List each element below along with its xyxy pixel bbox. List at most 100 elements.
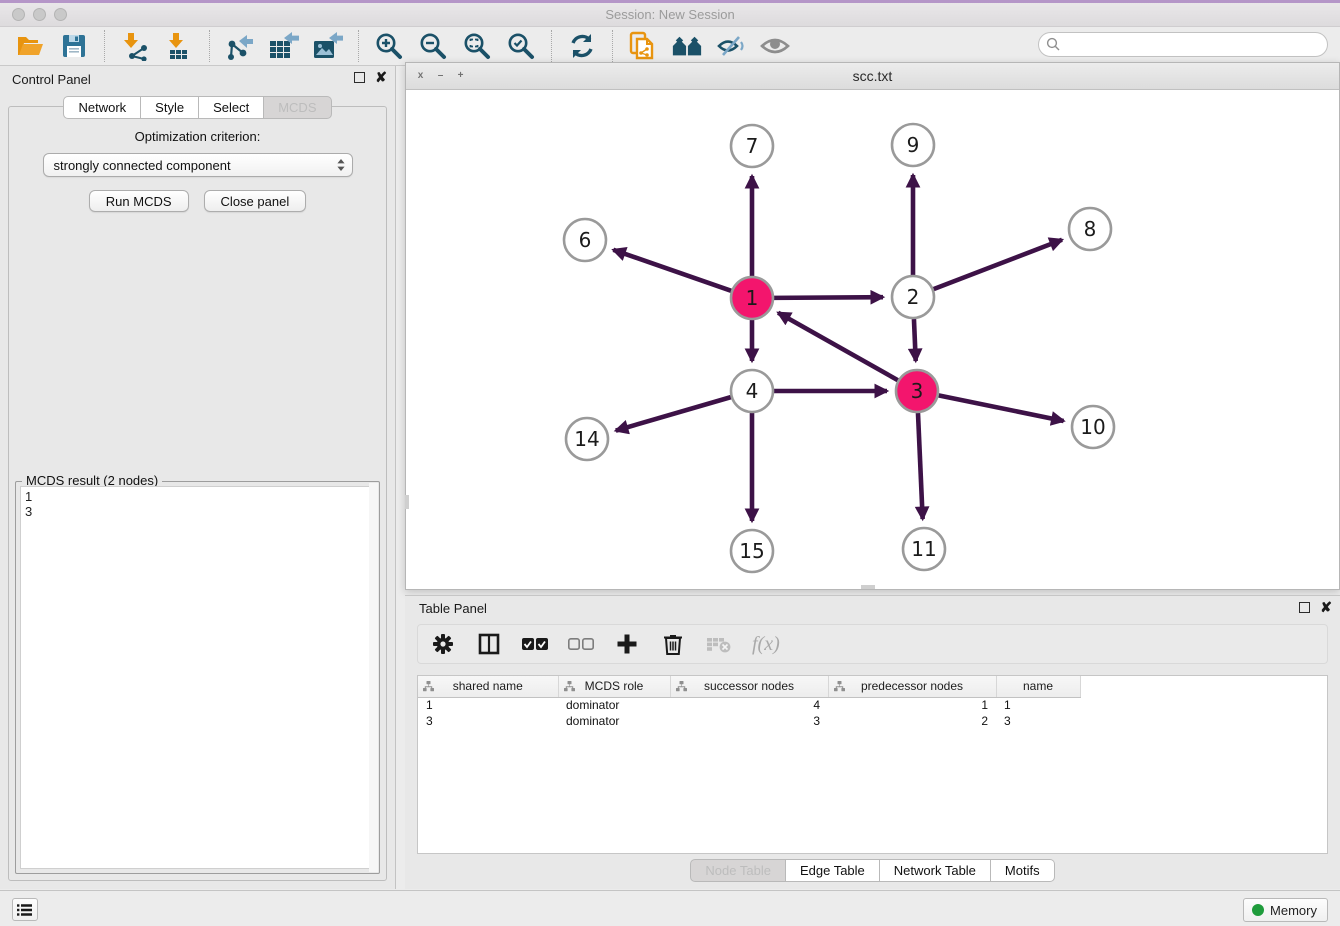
task-history-button[interactable] — [12, 898, 38, 921]
float-panel-icon[interactable] — [354, 72, 365, 83]
minimize-window-icon[interactable] — [33, 8, 46, 21]
import-network-icon[interactable] — [119, 30, 151, 62]
edge-1-6[interactable] — [613, 250, 731, 291]
network-window-titlebar[interactable]: x – + scc.txt — [406, 63, 1339, 90]
table-cell[interactable]: 1 — [828, 697, 996, 713]
edge-2-8[interactable] — [934, 240, 1062, 289]
export-image-icon[interactable] — [312, 30, 344, 62]
first-neighbors-icon[interactable] — [671, 30, 703, 62]
node-table[interactable]: shared nameMCDS rolesuccessor nodesprede… — [417, 675, 1328, 854]
delete-column-icon[interactable] — [660, 631, 686, 657]
show-all-icon[interactable] — [759, 30, 791, 62]
node-label: 10 — [1080, 415, 1105, 439]
graph-node-10[interactable]: 10 — [1072, 406, 1114, 448]
column-header-name[interactable]: name — [996, 676, 1080, 697]
column-header-predecessor-nodes[interactable]: predecessor nodes — [828, 676, 996, 697]
table-cell[interactable]: 3 — [418, 713, 558, 729]
graph-node-9[interactable]: 9 — [892, 124, 934, 166]
settings-gear-icon[interactable] — [430, 631, 456, 657]
window-traffic-lights[interactable] — [12, 8, 67, 21]
search-field[interactable] — [1038, 32, 1328, 57]
table-row[interactable]: 3dominator323 — [418, 713, 1080, 729]
graph-node-6[interactable]: 6 — [564, 219, 606, 261]
close-window-icon[interactable] — [12, 8, 25, 21]
network-minimize-icon[interactable]: – — [434, 70, 447, 83]
graph-node-7[interactable]: 7 — [731, 125, 773, 167]
tab-node-table[interactable]: Node Table — [690, 859, 786, 882]
tab-network-table[interactable]: Network Table — [880, 859, 991, 882]
mcds-tab-content: Optimization criterion: strongly connect… — [8, 106, 387, 881]
table-cell[interactable]: 4 — [670, 697, 828, 713]
result-scrollbar[interactable] — [369, 483, 378, 872]
edge-2-3[interactable] — [914, 319, 916, 361]
network-graph[interactable]: 1 2 3 4 6 7 8 9 10 11 14 15 — [406, 90, 1339, 589]
edge-3-10[interactable] — [939, 395, 1064, 421]
edge-3-1[interactable] — [778, 313, 898, 380]
export-table-icon[interactable] — [268, 30, 300, 62]
search-input[interactable] — [1061, 37, 1327, 52]
network-canvas[interactable]: 1 2 3 4 6 7 8 9 10 11 14 15 — [406, 90, 1339, 589]
tab-motifs[interactable]: Motifs — [991, 859, 1055, 882]
table-row[interactable]: 1dominator411 — [418, 697, 1080, 713]
zoom-in-icon[interactable] — [373, 30, 405, 62]
delete-table-icon[interactable] — [706, 631, 732, 657]
node-label: 6 — [579, 228, 592, 252]
table-cell[interactable]: 1 — [996, 697, 1080, 713]
edge-1-2[interactable] — [774, 297, 883, 298]
close-panel-icon[interactable]: ✘ — [375, 72, 387, 83]
graph-node-1[interactable]: 1 — [731, 277, 773, 319]
function-builder-icon[interactable]: f(x) — [752, 633, 780, 656]
network-title: scc.txt — [853, 68, 893, 84]
table-cell[interactable]: dominator — [558, 697, 670, 713]
apply-layout-icon[interactable] — [566, 30, 598, 62]
graph-node-14[interactable]: 14 — [566, 418, 608, 460]
select-all-icon[interactable] — [522, 631, 548, 657]
table-cell[interactable]: 1 — [418, 697, 558, 713]
graph-node-4[interactable]: 4 — [731, 370, 773, 412]
tab-style[interactable]: Style — [141, 96, 199, 119]
network-maximize-icon[interactable]: + — [454, 70, 467, 83]
add-column-icon[interactable] — [614, 631, 640, 657]
deselect-all-icon[interactable] — [568, 631, 594, 657]
graph-node-3[interactable]: 3 — [896, 370, 938, 412]
table-cell[interactable]: 3 — [996, 713, 1080, 729]
tab-mcds[interactable]: MCDS — [264, 96, 331, 119]
column-header-successor-nodes[interactable]: successor nodes — [670, 676, 828, 697]
save-session-icon[interactable] — [58, 30, 90, 62]
toggle-column-icon[interactable] — [476, 631, 502, 657]
hide-selected-icon[interactable] — [715, 30, 747, 62]
copy-style-icon[interactable] — [627, 30, 659, 62]
network-close-icon[interactable]: x — [414, 70, 427, 83]
criterion-dropdown[interactable]: strongly connected component — [43, 153, 353, 177]
edge-3-11[interactable] — [918, 413, 923, 519]
table-panel-title: Table Panel — [419, 601, 487, 616]
maximize-window-icon[interactable] — [54, 8, 67, 21]
main-toolbar — [0, 27, 1340, 66]
graph-node-11[interactable]: 11 — [903, 528, 945, 570]
graph-node-2[interactable]: 2 — [892, 276, 934, 318]
graph-node-15[interactable]: 15 — [731, 530, 773, 572]
memory-button[interactable]: Memory — [1243, 898, 1328, 922]
zoom-selected-icon[interactable] — [505, 30, 537, 62]
table-cell[interactable]: dominator — [558, 713, 670, 729]
column-header-shared-name[interactable]: shared name — [418, 676, 558, 697]
zoom-fit-icon[interactable] — [461, 30, 493, 62]
tab-network[interactable]: Network — [63, 96, 141, 119]
zoom-out-icon[interactable] — [417, 30, 449, 62]
tab-select[interactable]: Select — [199, 96, 264, 119]
open-file-icon[interactable] — [14, 30, 46, 62]
table-cell[interactable]: 2 — [828, 713, 996, 729]
run-mcds-button[interactable]: Run MCDS — [89, 190, 189, 212]
export-network-icon[interactable] — [224, 30, 256, 62]
graph-node-8[interactable]: 8 — [1069, 208, 1111, 250]
import-table-icon[interactable] — [163, 30, 195, 62]
float-panel-icon[interactable] — [1299, 602, 1310, 613]
column-header-MCDS-role[interactable]: MCDS role — [558, 676, 670, 697]
close-panel-button[interactable]: Close panel — [204, 190, 307, 212]
table-cell[interactable]: 3 — [670, 713, 828, 729]
network-window: x – + scc.txt 1 2 3 4 6 7 8 9 10 11 14 15 — [405, 62, 1340, 590]
edge-4-14[interactable] — [616, 397, 731, 430]
tab-edge-table[interactable]: Edge Table — [786, 859, 880, 882]
mcds-result-text[interactable]: 1 3 — [20, 486, 375, 869]
close-panel-icon[interactable]: ✘ — [1320, 602, 1332, 613]
